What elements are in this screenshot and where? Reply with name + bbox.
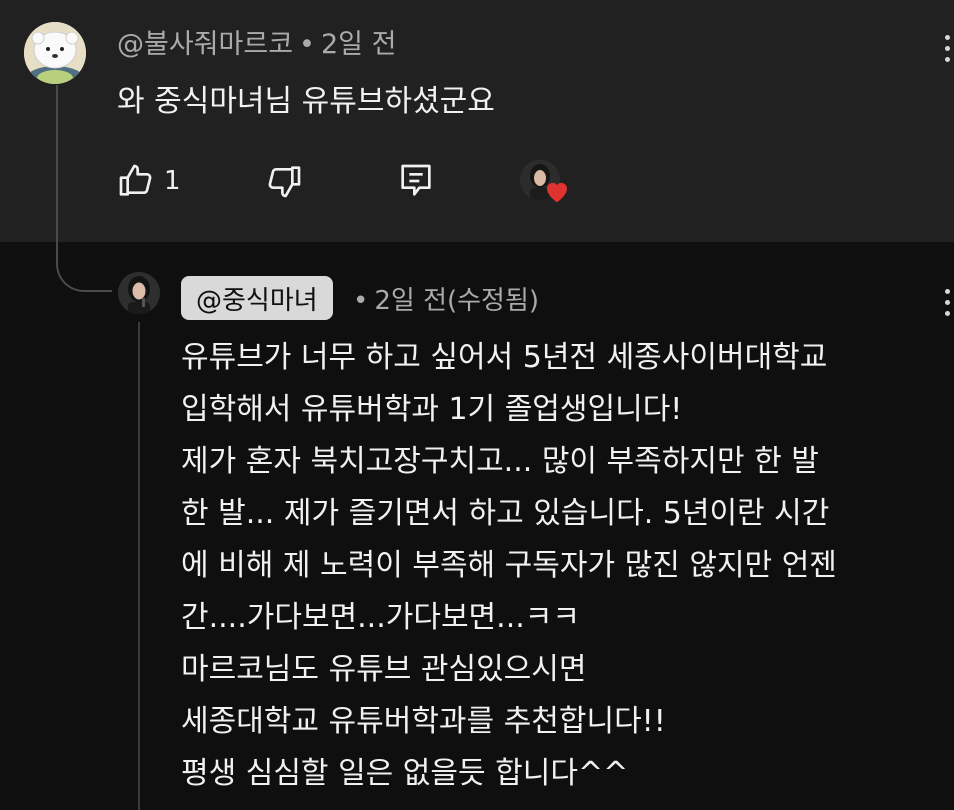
thread-connector-curve	[56, 244, 112, 292]
reply-text-line: 입학해서 유튜버학과 1기 졸업생입니다!	[181, 392, 683, 427]
comment-text: 와 중식마녀님 유튜브하셨군요	[117, 84, 495, 119]
commenter-handle-row: @불사줘마르코 • 2일 전	[117, 22, 396, 61]
reply-text-line: 에 비해 제 노력이 부족해 구독자가 많진 않지만 언젠	[181, 548, 837, 583]
reply-author-avatar[interactable]	[118, 272, 160, 314]
reply-author-handle[interactable]: @중식마녀	[181, 276, 333, 320]
reply-icon	[401, 164, 431, 196]
comment-actions: 1	[116, 156, 596, 206]
thread-connector-line	[56, 85, 58, 245]
commenter-avatar-image	[24, 22, 86, 84]
reply-text-line: 유튜브가 너무 하고 싶어서 5년전 세종사이버대학교	[181, 340, 828, 375]
reply-text-line: 마르코님도 유튜브 관심있으시면	[181, 652, 587, 687]
reply-timestamp[interactable]: 2일 전(수정됨)	[374, 286, 539, 316]
like-button[interactable]: 1	[116, 156, 181, 206]
thumbs-up-icon	[119, 164, 152, 196]
dislike-button[interactable]	[264, 156, 304, 206]
reply-meta: • 2일 전(수정됨)	[353, 280, 539, 317]
reply-text-line: 세종대학교 유튜버학과를 추천합니다!!	[181, 704, 666, 739]
heart-icon	[547, 182, 567, 203]
creator-heart-badge	[520, 160, 576, 206]
reply-thread-line	[138, 322, 140, 810]
reply-text-line: 평생 심심할 일은 없을듯 합니다^^	[181, 756, 629, 791]
reply-meta-separator: •	[353, 286, 369, 316]
meta-separator: •	[299, 29, 315, 60]
reply-text-line: 제가 혼자 북치고장구치고... 많이 부족하지만 한 발	[181, 444, 819, 479]
reply-text-line: 한 발... 제가 즐기면서 하고 있습니다. 5년이란 시간	[181, 496, 830, 531]
reply-text: 유튜브가 너무 하고 싶어서 5년전 세종사이버대학교 입학해서 유튜버학과 1…	[181, 332, 941, 800]
reply-author-avatar-image	[118, 272, 160, 314]
comment-timestamp[interactable]: 2일 전	[321, 29, 396, 60]
thumbs-down-icon	[268, 166, 301, 198]
reply-text-line: 간....가다보면...가다보면...ㅋㅋ	[181, 600, 580, 635]
like-count: 1	[164, 166, 181, 196]
commenter-handle[interactable]: @불사줘마르코	[117, 29, 293, 60]
reply-kebab-menu-icon[interactable]	[937, 282, 954, 322]
commenter-avatar[interactable]	[24, 22, 86, 84]
reply-button[interactable]	[396, 156, 436, 206]
kebab-menu-icon[interactable]	[937, 28, 954, 68]
